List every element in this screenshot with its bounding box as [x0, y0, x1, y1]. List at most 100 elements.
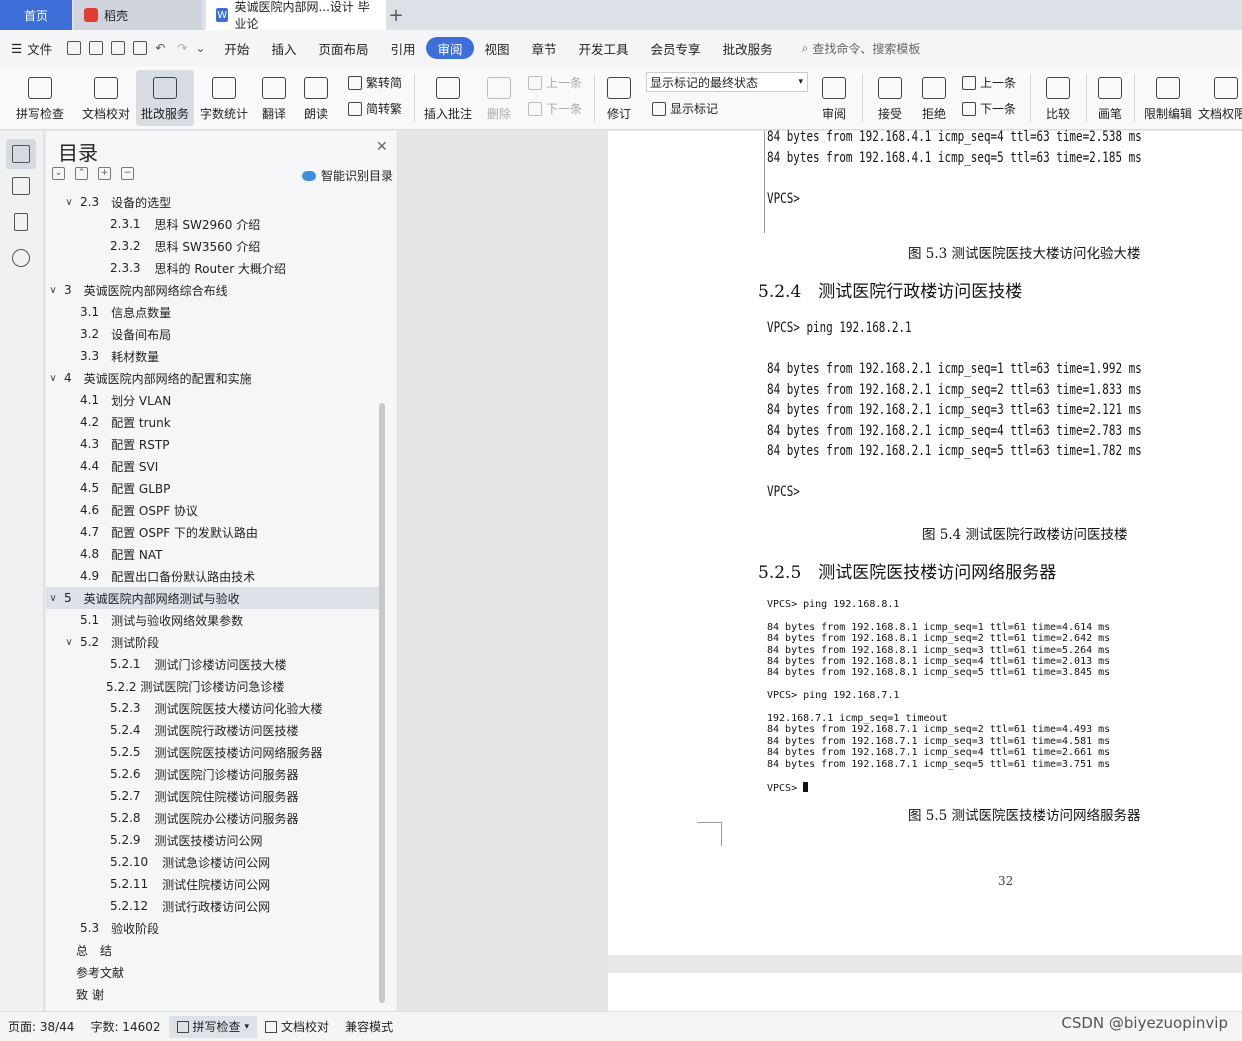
toc-pane-icon[interactable] [12, 145, 30, 163]
toc-item[interactable]: 4.4 配置 SVI [46, 455, 382, 477]
insert-comment-button[interactable]: 插入批注 [422, 70, 474, 126]
accept-button[interactable]: 接受 [870, 70, 910, 126]
toc-item[interactable]: 2.3.3 思科的 Router 大概介绍 [46, 257, 382, 279]
show-markup-button[interactable]: 显示标记 [652, 100, 718, 117]
expand-all-icon[interactable]: ⌄ [52, 167, 65, 180]
menu-review-service[interactable]: 批改服务 [712, 37, 784, 59]
new-tab-button[interactable]: + [386, 0, 406, 30]
toc-item[interactable]: 3.2 设备间布局 [46, 323, 382, 345]
remove-heading-icon[interactable]: − [121, 167, 134, 180]
compare-button[interactable]: 比较 [1038, 70, 1078, 126]
print-icon[interactable] [111, 41, 126, 55]
toc-item[interactable]: 5.2.2 测试医院门诊楼访问急诊楼 [46, 675, 382, 697]
toc-item[interactable]: 4.9 配置出口备份默认路由技术 [46, 565, 382, 587]
search-icon[interactable] [12, 249, 30, 267]
restrict-edit-button[interactable]: 限制编辑 [1140, 70, 1196, 126]
next-change-button[interactable]: 下一条 [962, 100, 1016, 117]
file-menu[interactable]: ☰ 文件 [0, 37, 63, 59]
toc-item[interactable]: 4.8 配置 NAT [46, 543, 382, 565]
toc-item[interactable]: 4.7 配置 OSPF 下的发默认路由 [46, 521, 382, 543]
review-service-button[interactable]: 批改服务 [136, 70, 194, 126]
word-count-indicator[interactable]: 字数: 14602 [82, 1018, 168, 1035]
toc-item[interactable]: 5.2.8 测试医院办公楼访问服务器 [46, 807, 382, 829]
spellcheck-button[interactable]: 拼写检查 [8, 70, 72, 126]
toc-item[interactable]: 4.1 划分 VLAN [46, 389, 382, 411]
toc-item[interactable]: 5.2.10 测试急诊楼访问公网 [46, 851, 382, 873]
chevron-down-icon[interactable]: ∨ [62, 197, 76, 208]
spellcheck-status[interactable]: 拼写检查 ▾ [168, 1015, 258, 1038]
next-document-page[interactable] [608, 973, 1242, 1013]
doc-proof-button[interactable]: 文档校对 [78, 70, 134, 126]
to-simplified-button[interactable]: 简转繁 [348, 100, 402, 117]
toc-item[interactable]: ∨ 5.2 测试阶段 [46, 631, 382, 653]
customize-toolbar-icon[interactable]: ⌄ [195, 41, 205, 55]
doc-proof-status[interactable]: 文档校对 [257, 1018, 337, 1035]
toc-item[interactable]: 4.3 配置 RSTP [46, 433, 382, 455]
toc-scrollbar[interactable] [379, 403, 385, 1003]
collapse-all-icon[interactable]: ⌃ [75, 167, 88, 180]
toc-item[interactable]: 2.3.1 思科 SW2960 介绍 [46, 213, 382, 235]
toc-item[interactable]: 3.1 信息点数量 [46, 301, 382, 323]
toc-item[interactable]: 5.1 测试与验收网络效果参数 [46, 609, 382, 631]
menu-references[interactable]: 引用 [379, 37, 426, 59]
menu-developer[interactable]: 开发工具 [568, 37, 640, 59]
toc-item[interactable]: 参考文献 [46, 961, 382, 983]
add-heading-icon[interactable]: + [98, 167, 111, 180]
toc-item[interactable]: 4.6 配置 OSPF 协议 [46, 499, 382, 521]
chapter-nav-icon[interactable] [12, 177, 30, 195]
menu-review[interactable]: 审阅 [426, 37, 474, 59]
toc-item[interactable]: 5.2.1 测试门诊楼访问医技大楼 [46, 653, 382, 675]
tab-document[interactable]: W 英诚医院内部网...设计 毕业论 [206, 0, 386, 31]
ink-button[interactable]: 画笔 [1092, 70, 1128, 126]
save-icon[interactable] [67, 41, 82, 55]
toc-item[interactable]: ∨ 5 英诚医院内部网络测试与验收 [46, 587, 382, 609]
chevron-down-icon[interactable]: ∨ [62, 637, 76, 648]
toc-item[interactable]: 2.3.2 思科 SW3560 介绍 [46, 235, 382, 257]
bookmark-icon[interactable] [14, 213, 28, 231]
read-aloud-button[interactable]: 朗读 [298, 70, 334, 126]
menu-insert[interactable]: 插入 [260, 37, 307, 59]
chevron-down-icon[interactable]: ∨ [46, 285, 60, 296]
undo-icon[interactable]: ↶ [155, 41, 165, 55]
prev-comment-button[interactable]: 上一条 [528, 74, 582, 91]
print-preview-icon[interactable] [133, 41, 148, 55]
toc-item[interactable]: ∨ 4 英诚医院内部网络的配置和实施 [46, 367, 382, 389]
review-pane-button[interactable]: 审阅 [814, 70, 854, 126]
close-icon[interactable]: ✕ [376, 139, 388, 155]
toc-item[interactable]: ∨ 3 英诚医院内部网络综合布线 [46, 279, 382, 301]
menu-member[interactable]: 会员专享 [640, 37, 712, 59]
chevron-down-icon[interactable]: ∨ [46, 593, 60, 604]
reject-button[interactable]: 拒绝 [914, 70, 954, 126]
menu-view[interactable]: 视图 [474, 37, 521, 59]
toc-item[interactable]: 5.2.6 测试医院门诊楼访问服务器 [46, 763, 382, 785]
chevron-down-icon[interactable]: ∨ [46, 373, 60, 384]
toc-item[interactable]: 5.2.5 测试医院医技楼访问网络服务器 [46, 741, 382, 763]
menu-section[interactable]: 章节 [521, 37, 568, 59]
toc-item[interactable]: ∨ 2.3 设备的选型 [46, 191, 382, 213]
toc-item[interactable]: 4.5 配置 GLBP [46, 477, 382, 499]
toc-item[interactable]: 致 谢 [46, 983, 382, 1005]
tab-home[interactable]: 首页 [0, 0, 72, 30]
toc-item[interactable]: 5.2.11 测试住院楼访问公网 [46, 873, 382, 895]
toc-item[interactable]: 5.2.9 测试医技楼访问公网 [46, 829, 382, 851]
prev-change-button[interactable]: 上一条 [962, 74, 1016, 91]
menu-page-layout[interactable]: 页面布局 [307, 37, 379, 59]
translate-button[interactable]: 翻译 [254, 70, 294, 126]
delete-comment-button[interactable]: 删除 [480, 70, 518, 126]
smart-toc-button[interactable]: 智能识别目录 [302, 167, 393, 184]
page-indicator[interactable]: 页面: 38/44 [0, 1018, 82, 1035]
toc-item[interactable]: 5.2.3 测试医院医技大楼访问化验大楼 [46, 697, 382, 719]
track-changes-button[interactable]: 修订 [600, 70, 638, 126]
toc-item[interactable]: 5.2.12 测试行政楼访问公网 [46, 895, 382, 917]
toc-item[interactable]: 5.3 验收阶段 [46, 917, 382, 939]
tab-wps[interactable]: 稻壳 [74, 0, 202, 30]
redo-icon[interactable]: ↷ [177, 41, 187, 55]
markup-state-dropdown[interactable]: 显示标记的最终状态 ▾ [646, 72, 808, 92]
toc-item[interactable]: 3.3 耗材数量 [46, 345, 382, 367]
next-comment-button[interactable]: 下一条 [528, 100, 582, 117]
toc-item[interactable]: 总 结 [46, 939, 382, 961]
export-pdf-icon[interactable] [89, 41, 104, 55]
menu-start[interactable]: 开始 [213, 37, 260, 59]
toc-item[interactable]: 5.2.7 测试医院住院楼访问服务器 [46, 785, 382, 807]
toc-item[interactable]: 4.2 配置 trunk [46, 411, 382, 433]
